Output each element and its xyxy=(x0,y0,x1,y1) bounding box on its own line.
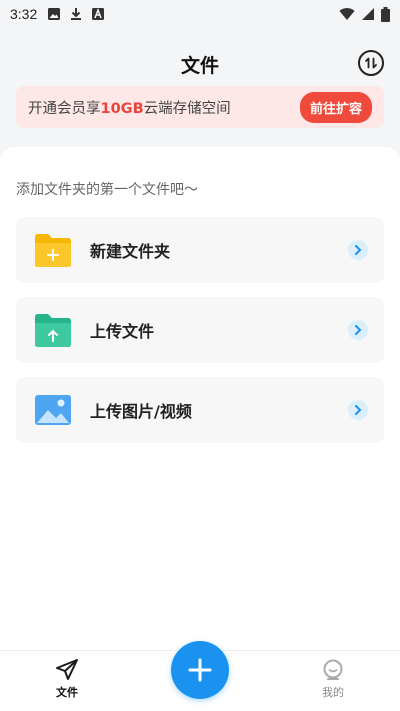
chevron-right-icon xyxy=(348,320,368,340)
page-title: 文件 xyxy=(180,54,219,77)
promo-highlight: 10GB xyxy=(100,100,144,117)
plus-icon xyxy=(188,658,212,682)
text-a-icon xyxy=(92,8,105,20)
status-left-icons xyxy=(47,7,105,21)
status-time: 3:32 xyxy=(10,6,38,22)
content-panel: 添加文件夹的第一个文件吧～ 新建文件夹 上传文件 上传图片/视频 xyxy=(0,147,400,650)
image-icon xyxy=(48,8,61,20)
paper-plane-icon xyxy=(56,659,78,680)
tab-files-label: 文件 xyxy=(56,686,78,699)
download-icon xyxy=(71,8,82,20)
empty-hint: 添加文件夹的第一个文件吧～ xyxy=(16,182,198,198)
upload-file-label: 上传文件 xyxy=(90,322,155,341)
transfer-icon xyxy=(365,57,377,69)
header: 文件 xyxy=(0,44,400,84)
upload-file-icon xyxy=(35,314,71,347)
wifi-icon xyxy=(339,8,355,20)
profile-icon xyxy=(323,659,343,680)
upload-image-icon xyxy=(35,395,71,425)
status-right-icons xyxy=(339,6,390,22)
upload-image-label: 上传图片/视频 xyxy=(90,402,192,421)
tab-profile[interactable]: 我的 xyxy=(303,659,363,700)
tab-files[interactable]: 文件 xyxy=(37,659,97,700)
battery-icon xyxy=(381,6,390,22)
chevron-right-icon xyxy=(348,240,368,260)
expand-storage-button[interactable]: 前往扩容 xyxy=(299,91,372,123)
new-folder-row[interactable]: 新建文件夹 xyxy=(16,217,384,283)
signal-icon xyxy=(362,8,374,20)
status-bar: 3:32 xyxy=(0,0,400,28)
new-folder-icon xyxy=(35,234,71,267)
new-folder-label: 新建文件夹 xyxy=(90,242,171,261)
upload-image-row[interactable]: 上传图片/视频 xyxy=(16,377,384,443)
chevron-right-icon xyxy=(348,400,368,420)
promo-text: 开通会员享10GB云端存储空间 xyxy=(28,100,231,117)
upload-file-row[interactable]: 上传文件 xyxy=(16,297,384,363)
add-button[interactable] xyxy=(171,641,229,699)
transfer-button[interactable] xyxy=(358,50,384,76)
tab-profile-label: 我的 xyxy=(322,686,344,699)
promo-banner[interactable]: 开通会员享10GB云端存储空间 前往扩容 xyxy=(16,86,384,128)
